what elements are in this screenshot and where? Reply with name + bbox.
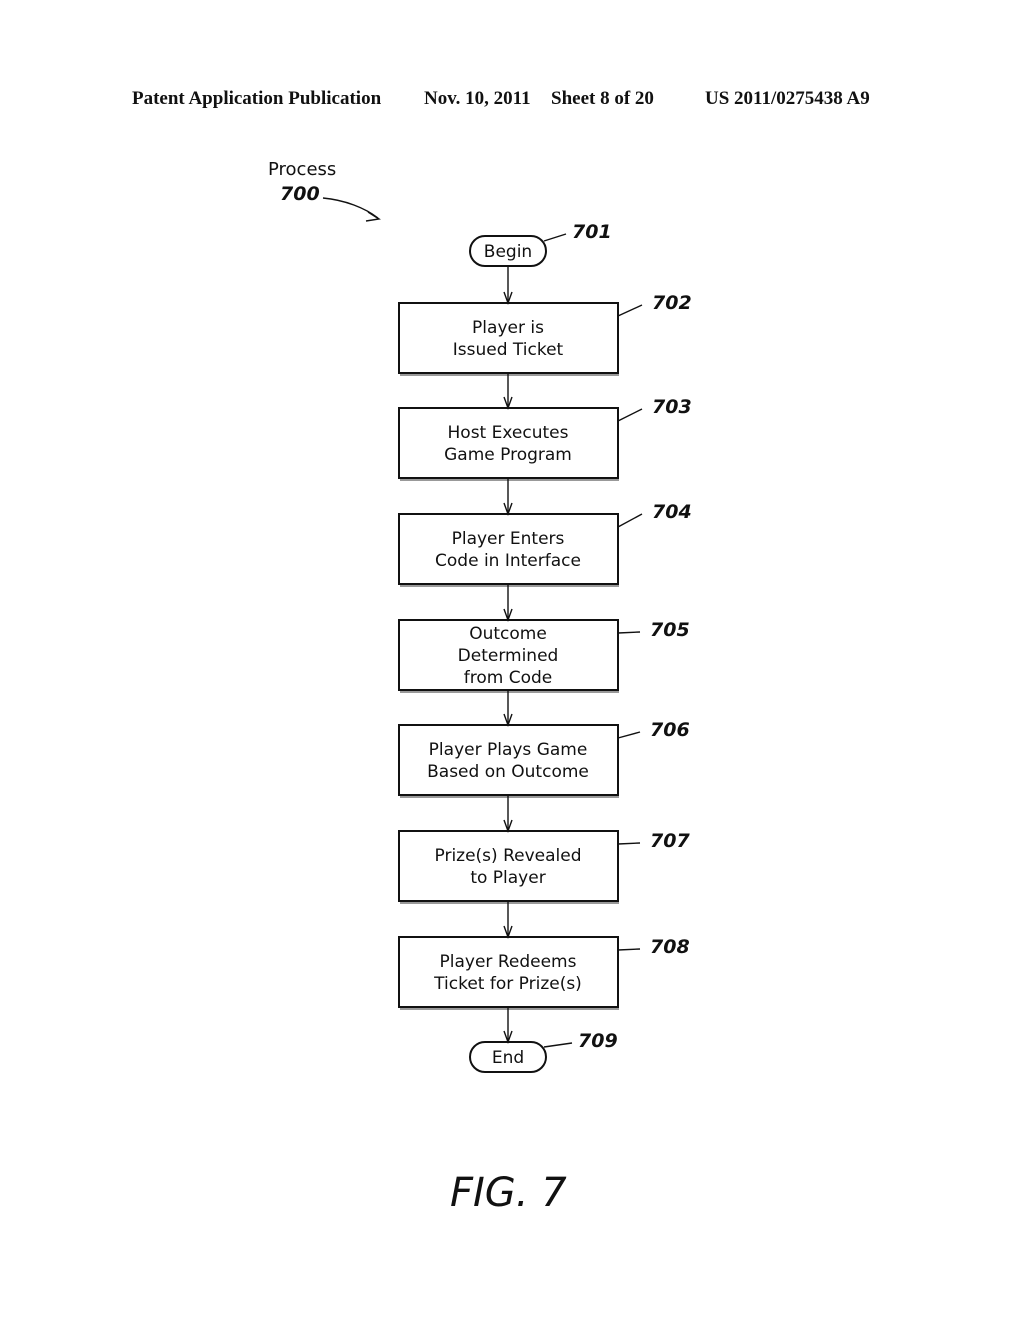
flow-node-703: Host ExecutesGame Program 703 — [398, 396, 692, 481]
node-label-line: to Player — [470, 868, 545, 888]
connector-arrow — [503, 478, 513, 517]
connector-arrow — [503, 795, 513, 834]
reference-number: 707 — [650, 830, 690, 852]
flow-node-704: Player EntersCode in Interface 704 — [398, 501, 692, 587]
reference-number: 709 — [578, 1030, 618, 1052]
reference-leader-line — [617, 513, 643, 528]
reference-number: 704 — [652, 501, 692, 523]
node-label-line: Based on Outcome — [427, 762, 589, 782]
reference-leader-line — [543, 233, 567, 242]
node-label-line: Player is — [472, 318, 544, 338]
process-label: Process — [268, 159, 336, 180]
connector-arrow — [503, 901, 513, 940]
node-label-line: Host Executes — [448, 423, 569, 443]
reference-number: 706 — [650, 719, 690, 741]
reference-number: 701 — [572, 221, 612, 243]
reference-leader-line — [543, 1042, 573, 1048]
process-box — [398, 724, 619, 796]
node-label-line: Issued Ticket — [453, 340, 564, 360]
process-leader-arrow — [322, 197, 379, 219]
reference-leader-line — [617, 731, 641, 739]
node-label: End — [492, 1048, 524, 1068]
node-label-line: Player Plays Game — [429, 740, 588, 760]
process-ref: 700 — [280, 183, 320, 205]
flow-node-702: Player isIssued Ticket 702 — [398, 292, 692, 376]
connector-arrow — [503, 373, 513, 411]
process-box — [398, 936, 619, 1008]
connector-arrow — [503, 1007, 513, 1045]
reference-number: 703 — [652, 396, 692, 418]
node-label-line: from Code — [464, 668, 553, 688]
node-label-line: Ticket for Prize(s) — [433, 974, 582, 994]
node-label-line: Outcome — [469, 624, 547, 644]
reference-leader-line — [617, 304, 643, 317]
reference-leader-line — [617, 948, 641, 951]
node-label-line: Code in Interface — [435, 551, 581, 571]
reference-leader-line — [617, 408, 643, 422]
process-box — [398, 513, 619, 585]
figure-label: FIG. 7 — [450, 1170, 567, 1216]
node-label-line: Player Enters — [452, 529, 565, 549]
node-label-line: Determined — [458, 646, 559, 666]
process-box — [398, 302, 619, 374]
node-label-line: Prize(s) Revealed — [435, 846, 582, 866]
flow-node-705: OutcomeDeterminedfrom Code 705 — [398, 619, 690, 693]
connector-arrow — [503, 584, 513, 623]
node-label-line: Game Program — [444, 445, 572, 465]
flow-node-709: End 709 — [469, 1030, 618, 1073]
flowchart: Process 700 Begin 701 Player isIssued Tick… — [268, 159, 692, 1216]
reference-number: 705 — [650, 619, 690, 641]
flow-node-706: Player Plays GameBased on Outcome 706 — [398, 719, 690, 798]
reference-number: 708 — [650, 936, 690, 958]
flow-node-701: Begin 701 — [469, 221, 612, 267]
process-box — [398, 830, 619, 902]
reference-leader-line — [617, 842, 641, 845]
node-label: Begin — [484, 242, 532, 262]
node-label-line: Player Redeems — [440, 952, 577, 972]
connector-arrow — [503, 266, 513, 306]
connector-arrow — [503, 690, 513, 728]
process-box — [398, 407, 619, 479]
nodes-layer: Begin 701 Player isIssued Ticket 702 Host Ex… — [398, 221, 692, 1073]
reference-number: 702 — [652, 292, 692, 314]
flow-node-708: Player RedeemsTicket for Prize(s) 708 — [398, 936, 690, 1010]
reference-leader-line — [617, 631, 641, 634]
flow-node-707: Prize(s) Revealedto Player 707 — [398, 830, 690, 904]
